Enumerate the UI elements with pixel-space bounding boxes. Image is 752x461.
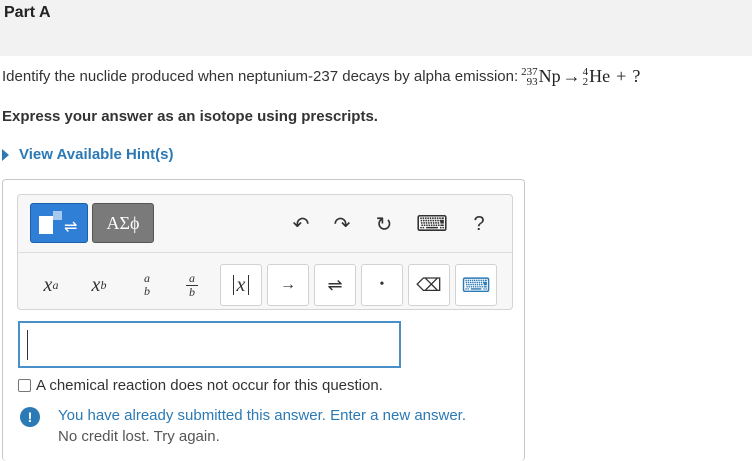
- no-reaction-option[interactable]: A chemical reaction does not occur for t…: [18, 377, 383, 394]
- subscript-button[interactable]: xb: [78, 264, 120, 306]
- fraction-numerator: a: [186, 271, 198, 286]
- reactant-nuclide: 237 93 Np: [521, 66, 561, 87]
- superscript-exp: a: [52, 277, 59, 292]
- part-header: Part A: [0, 0, 752, 56]
- math-toolbar: ⇌ ΑΣϕ ↶ ↷ ↻ ⌨ ? xa xb ab ab x → ⇌ • ⌫ ⌨: [17, 194, 513, 310]
- product-nuclide: 42 He: [583, 66, 611, 87]
- fraction-button[interactable]: ab: [171, 264, 213, 306]
- greek-letters-button[interactable]: ΑΣϕ: [92, 203, 154, 243]
- reaction-arrow: →: [562, 66, 581, 86]
- no-reaction-checkbox[interactable]: [18, 379, 31, 392]
- subscript-base: x: [91, 273, 101, 296]
- alert-icon: !: [20, 407, 40, 427]
- answer-instruction: Express your answer as an isotope using …: [2, 108, 378, 125]
- fraction-denominator: b: [189, 284, 195, 299]
- prescripts-stack: ab: [141, 272, 153, 298]
- delete-button[interactable]: ⌫: [408, 264, 450, 306]
- reactant-atomic-number: 93: [526, 75, 538, 88]
- reaction-arrow-button[interactable]: →: [267, 264, 309, 306]
- feedback-sub-text: No credit lost. Try again.: [58, 428, 220, 445]
- redo-icon[interactable]: ↷: [327, 209, 357, 239]
- subscript-index: b: [100, 277, 107, 292]
- reactant-symbol: Np: [538, 66, 561, 86]
- keyboard-toggle-button[interactable]: ⌨: [455, 264, 497, 306]
- help-icon[interactable]: ?: [464, 209, 494, 239]
- feedback-main-text: You have already submitted this answer. …: [58, 407, 467, 424]
- superscript-button[interactable]: xa: [30, 264, 72, 306]
- unknown-product: ?: [632, 66, 641, 86]
- prescripts-button[interactable]: ab: [126, 264, 168, 306]
- reaction-equation: 237 93 Np → 42 He + ?: [521, 66, 640, 87]
- text-caret: [27, 330, 28, 360]
- templates-button[interactable]: ⇌: [30, 203, 88, 243]
- keyboard-shortcuts-icon[interactable]: ⌨: [416, 209, 448, 239]
- templates-icon-equals: ⇌: [64, 219, 78, 236]
- overline-button[interactable]: x: [220, 264, 262, 306]
- plus-sign: +: [616, 66, 627, 86]
- undo-icon[interactable]: ↶: [286, 209, 316, 239]
- question-text-row: Identify the nuclide produced when neptu…: [2, 66, 640, 87]
- templates-icon: [39, 216, 53, 234]
- overline-x: x: [232, 275, 250, 295]
- prescript-bottom: b: [144, 284, 150, 298]
- toolbar-divider: [18, 252, 512, 253]
- equilibrium-arrow-button[interactable]: ⇌: [314, 264, 356, 306]
- no-reaction-label: A chemical reaction does not occur for t…: [36, 377, 383, 394]
- reset-icon[interactable]: ↻: [369, 209, 399, 239]
- part-title: Part A: [4, 4, 51, 21]
- answer-input[interactable]: [18, 321, 401, 368]
- product-mass-number: 4: [582, 65, 589, 78]
- view-hints-link[interactable]: View Available Hint(s): [2, 146, 174, 163]
- product-symbol: He: [589, 66, 611, 86]
- question-text: Identify the nuclide produced when neptu…: [2, 68, 519, 85]
- product-atomic-number: 2: [582, 75, 589, 88]
- feedback-message: ! You have already submitted this answer…: [20, 405, 466, 447]
- superscript-base: x: [43, 273, 53, 296]
- reactant-mass-number: 237: [521, 65, 538, 78]
- view-hints-label: View Available Hint(s): [19, 146, 174, 163]
- fraction-stack: ab: [186, 271, 198, 299]
- dot-button[interactable]: •: [361, 264, 403, 306]
- answer-panel: ⇌ ΑΣϕ ↶ ↷ ↻ ⌨ ? xa xb ab ab x → ⇌ • ⌫ ⌨: [2, 179, 525, 461]
- templates-icon-accent: [53, 211, 62, 220]
- expand-triangle-icon: [2, 148, 9, 161]
